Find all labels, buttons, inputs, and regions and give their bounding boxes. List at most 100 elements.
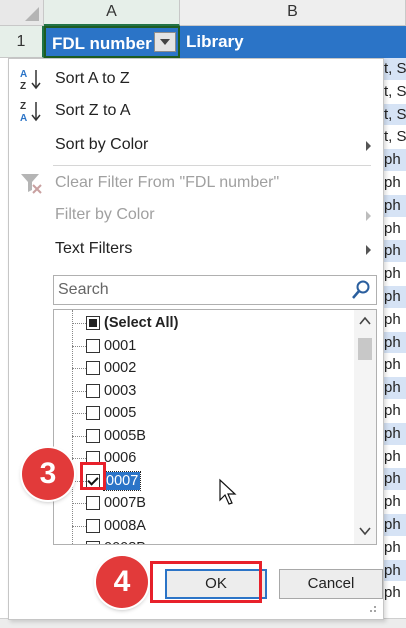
clear-filter-icon bbox=[21, 174, 42, 194]
value-checkbox[interactable] bbox=[86, 338, 100, 353]
list-item[interactable]: 0005 bbox=[54, 402, 350, 425]
text-filters-label: Text Filters bbox=[55, 240, 133, 257]
sort-descending-icon: Z A bbox=[20, 101, 41, 123]
bg-cell: ph I bbox=[382, 217, 406, 241]
sort-z-to-a-item[interactable]: Z A Sort Z to A bbox=[9, 95, 383, 127]
cancel-button[interactable]: Cancel bbox=[279, 569, 383, 599]
bg-cell: ph I bbox=[382, 422, 406, 446]
bg-cell: ph I bbox=[382, 536, 406, 560]
text-filters-item[interactable]: Text Filters bbox=[9, 233, 383, 265]
list-item-label: 0003 bbox=[104, 382, 137, 399]
ok-highlight-box bbox=[150, 561, 262, 603]
value-checkbox[interactable] bbox=[86, 428, 100, 443]
list-item-select-all[interactable]: (Select All) bbox=[54, 312, 350, 335]
select-all-checkbox[interactable] bbox=[86, 316, 100, 330]
bg-cell: t, S bbox=[382, 126, 406, 150]
list-scrollbar[interactable] bbox=[354, 310, 376, 544]
bg-cell: ph I bbox=[382, 582, 406, 606]
step-4-badge: 4 bbox=[96, 556, 148, 608]
list-item-label: (Select All) bbox=[104, 315, 179, 331]
sort-a-to-z-item[interactable]: A Z Sort A to Z bbox=[9, 63, 383, 95]
clear-filter-item[interactable]: Clear Filter From "FDL number" bbox=[9, 167, 383, 199]
column-header-a[interactable]: A bbox=[44, 0, 180, 26]
bg-cell: ph I bbox=[382, 194, 406, 218]
svg-text:A: A bbox=[20, 113, 27, 123]
bg-cell: ph I bbox=[382, 513, 406, 537]
autofilter-menu: A Z Sort A to Z Z A Sort Z to A Sort by … bbox=[8, 58, 384, 620]
bg-cell: ph I bbox=[382, 263, 406, 286]
bg-cell: ph I bbox=[382, 354, 406, 378]
list-item-label: 0008B bbox=[104, 537, 146, 544]
list-item-label: 0005B bbox=[104, 427, 146, 444]
list-item-label: 0005 bbox=[104, 405, 137, 421]
bg-cell: ph I bbox=[382, 468, 406, 492]
search-icon bbox=[352, 280, 370, 299]
bg-cell: ph I bbox=[382, 308, 406, 332]
svg-text:Z: Z bbox=[20, 101, 26, 112]
sort-by-color-label: Sort by Color bbox=[55, 136, 149, 153]
sort-a-to-z-label: Sort A to Z bbox=[55, 70, 130, 87]
bg-cell: t, S bbox=[382, 103, 406, 127]
value-checkbox[interactable] bbox=[86, 496, 100, 510]
menu-separator bbox=[53, 165, 371, 166]
background-cells: t, S t, S t, S t, S ph I ph I ph I ph I … bbox=[382, 58, 406, 618]
filter-dropdown-button[interactable] bbox=[154, 32, 176, 52]
list-item[interactable]: 0002 bbox=[54, 357, 350, 380]
submenu-arrow-icon bbox=[366, 141, 371, 151]
bg-cell: ph I bbox=[382, 491, 406, 514]
list-item[interactable]: 0003 bbox=[54, 380, 350, 403]
filter-by-color-label: Filter by Color bbox=[55, 206, 155, 223]
bg-cell: ph I bbox=[382, 171, 406, 195]
bg-cell: t, S bbox=[382, 80, 406, 104]
row-header-1[interactable]: 1 bbox=[0, 26, 44, 58]
list-item[interactable]: 0001 bbox=[54, 335, 350, 358]
filter-by-color-item[interactable]: Filter by Color bbox=[9, 199, 383, 231]
bg-cell: ph I bbox=[382, 331, 406, 355]
bg-cell: ph I bbox=[382, 240, 406, 264]
scrollbar-thumb[interactable] bbox=[358, 338, 372, 360]
bg-cell: ph I bbox=[382, 377, 406, 400]
mouse-pointer-icon bbox=[219, 478, 237, 505]
list-item-label: 0007B bbox=[104, 495, 146, 511]
list-item[interactable]: 0008A bbox=[54, 515, 350, 538]
cell-library-text: Library bbox=[186, 32, 244, 51]
bg-cell: ph I bbox=[382, 399, 406, 423]
bg-cell: ph I bbox=[382, 559, 406, 583]
list-item-label: 0002 bbox=[104, 360, 137, 376]
submenu-arrow-icon bbox=[366, 211, 371, 221]
column-header-b[interactable]: B bbox=[180, 0, 406, 26]
list-item-label: 0008A bbox=[104, 517, 146, 534]
bg-cell: t, S bbox=[382, 58, 406, 81]
sort-z-to-a-label: Sort Z to A bbox=[55, 102, 131, 119]
scroll-up-icon[interactable] bbox=[358, 314, 372, 328]
search-box[interactable] bbox=[53, 275, 377, 305]
value-checkbox[interactable] bbox=[86, 541, 100, 544]
bg-cell: ph I bbox=[382, 149, 406, 172]
bg-cell: ph I bbox=[382, 285, 406, 309]
cell-fdl-number-text: FDL number bbox=[52, 34, 152, 53]
value-checkbox[interactable] bbox=[86, 406, 100, 420]
resize-grip-icon[interactable] bbox=[365, 605, 377, 615]
value-checkbox[interactable] bbox=[86, 518, 100, 533]
list-item-label: 0001 bbox=[104, 337, 137, 354]
svg-text:Z: Z bbox=[20, 81, 26, 91]
sort-ascending-icon: A Z bbox=[20, 69, 41, 91]
filter-values-list[interactable]: (Select All) 0001 0002 0003 0005 0005B 0… bbox=[53, 309, 377, 545]
list-item-label: 0006 bbox=[104, 450, 137, 466]
clear-filter-label: Clear Filter From "FDL number" bbox=[55, 174, 280, 191]
checkbox-highlight-box bbox=[80, 462, 106, 490]
list-item[interactable]: 0008B bbox=[54, 537, 350, 544]
svg-text:A: A bbox=[20, 69, 27, 80]
list-item[interactable]: 0007B bbox=[54, 492, 350, 515]
select-all-corner[interactable] bbox=[0, 0, 44, 26]
step-3-badge: 3 bbox=[22, 448, 74, 500]
sort-by-color-item[interactable]: Sort by Color bbox=[9, 129, 383, 161]
cell-library-header[interactable]: Library bbox=[180, 26, 406, 58]
bg-cell: ph I bbox=[382, 445, 406, 469]
submenu-arrow-icon bbox=[366, 245, 371, 255]
list-item[interactable]: 0005B bbox=[54, 425, 350, 448]
value-checkbox[interactable] bbox=[86, 383, 100, 398]
value-checkbox[interactable] bbox=[86, 361, 100, 375]
search-input[interactable] bbox=[54, 276, 334, 304]
scroll-down-icon[interactable] bbox=[358, 524, 372, 538]
